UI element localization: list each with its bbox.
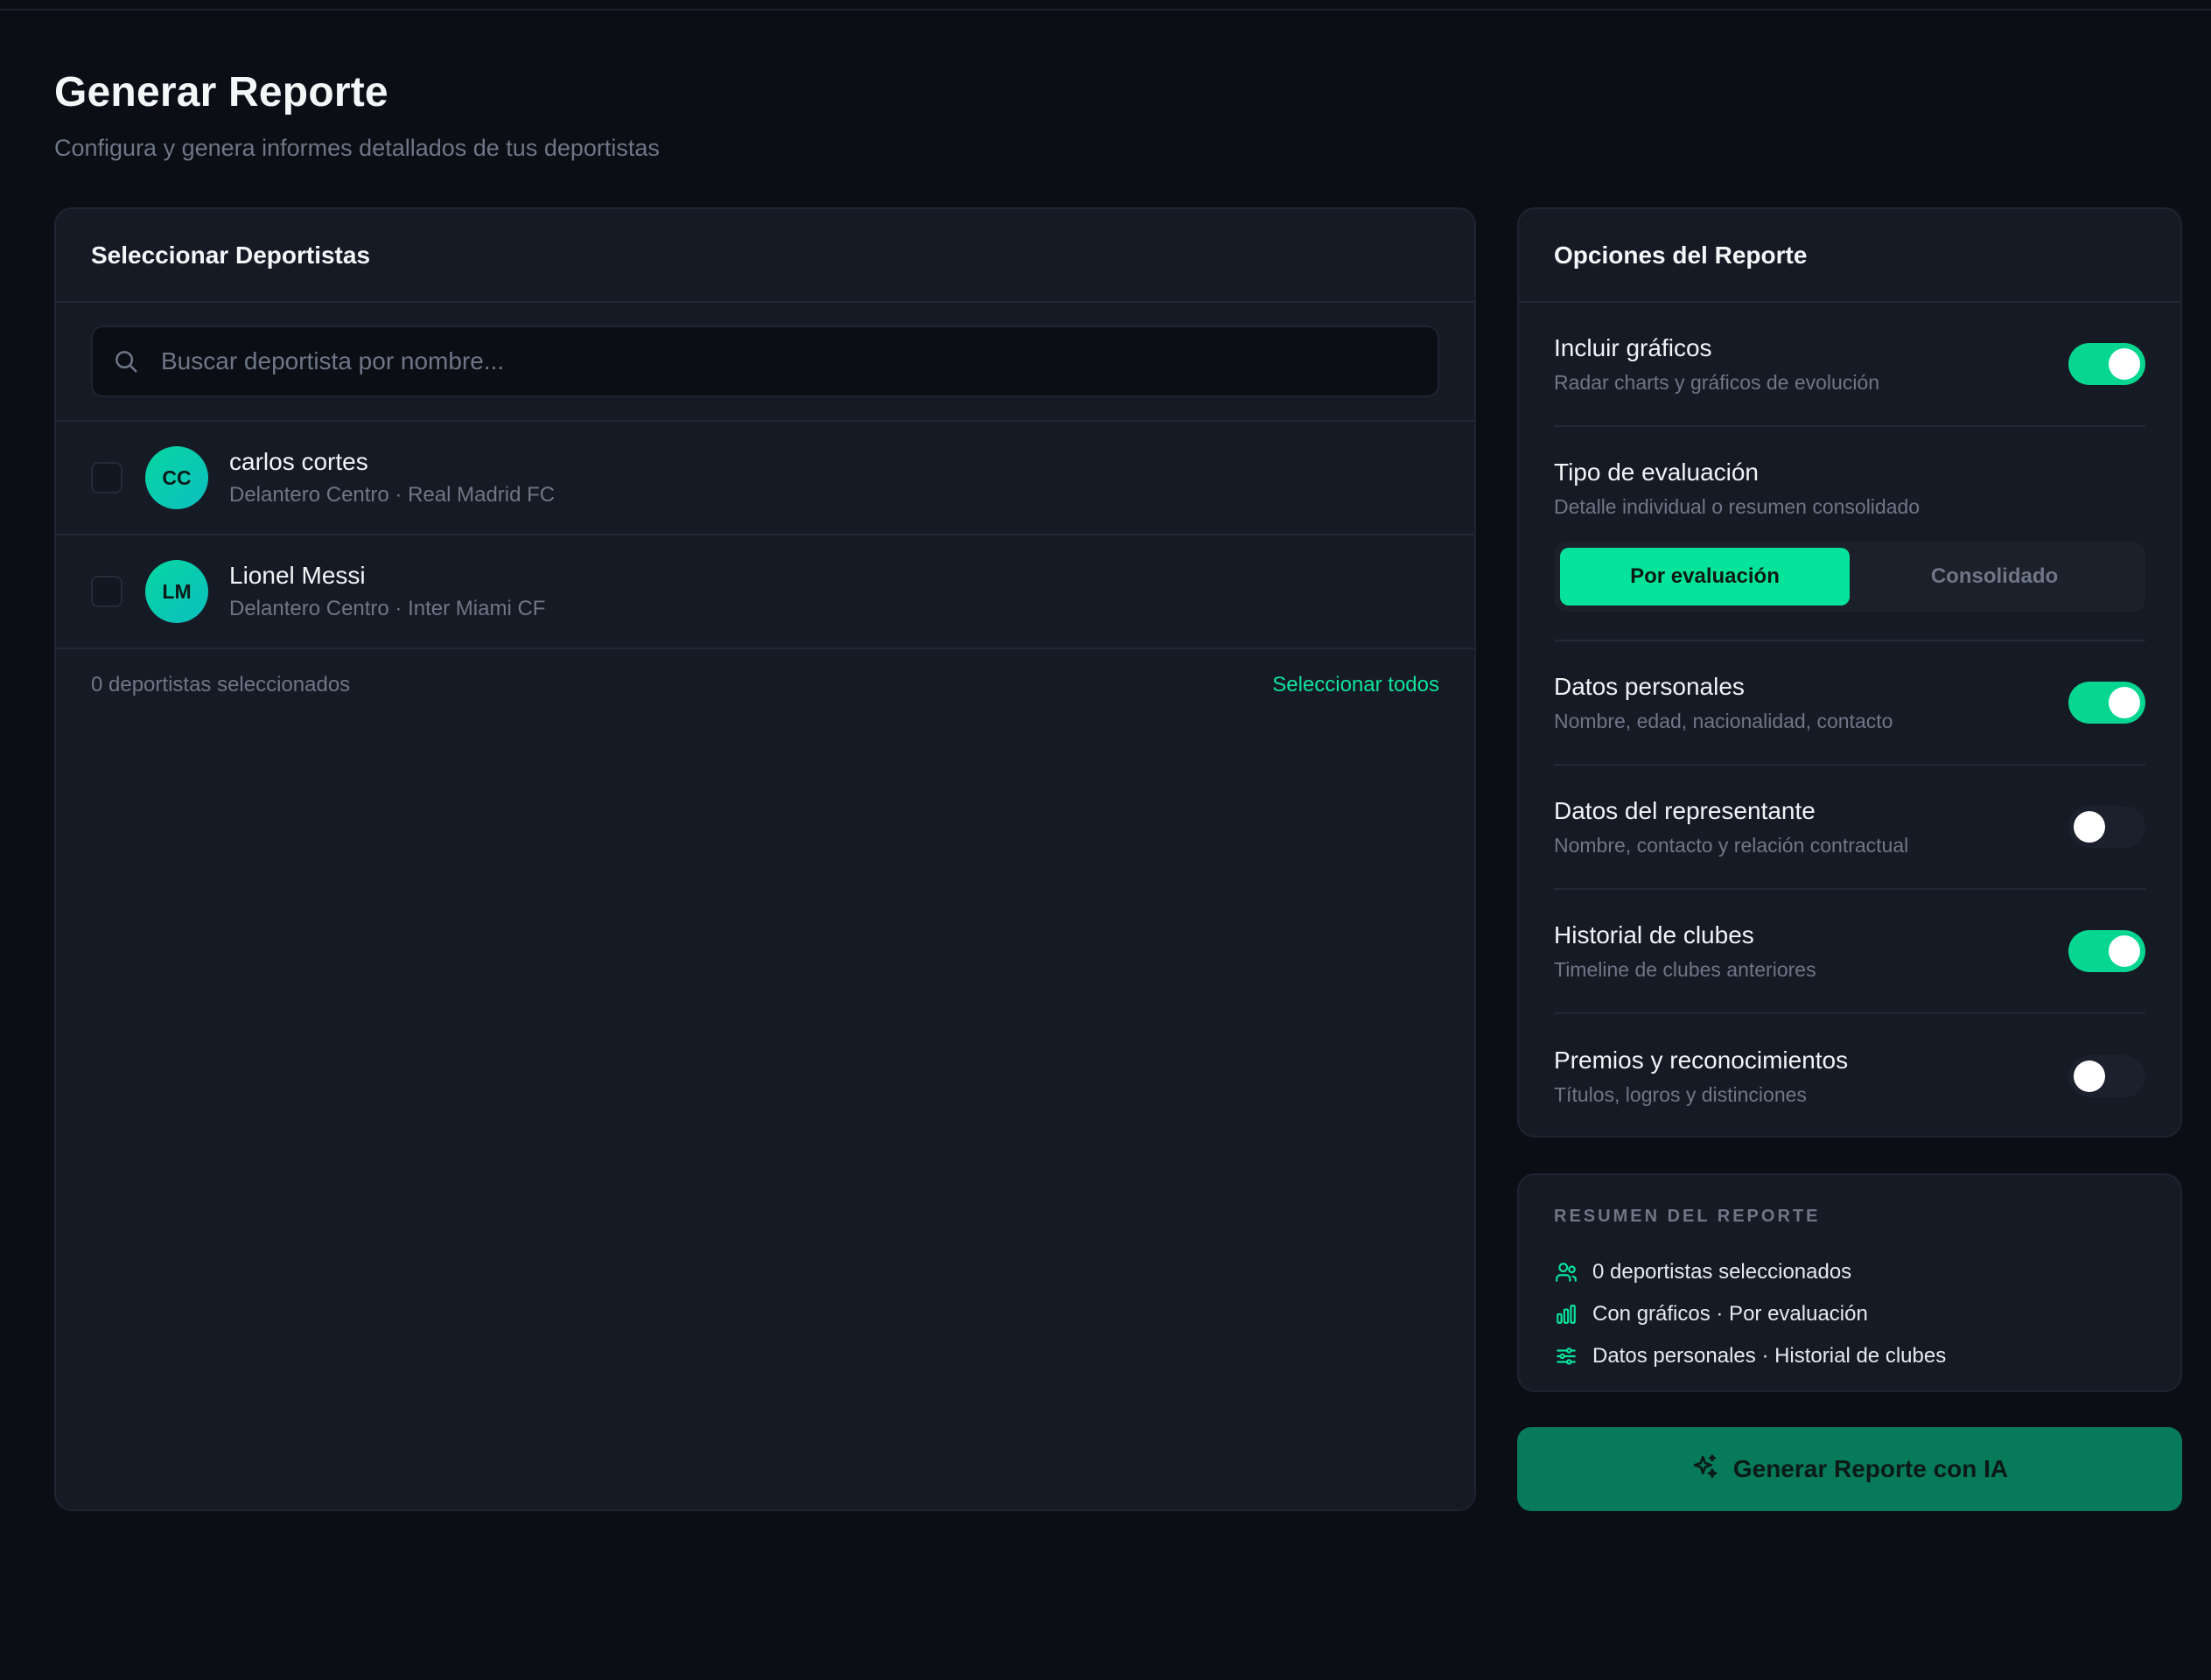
selected-count: 0 deportistas seleccionados [91, 673, 351, 696]
option-desc: Timeline de clubes anteriores [1554, 957, 1816, 981]
avatar: CC [145, 446, 208, 509]
toggle-knob [2109, 935, 2140, 967]
summary-text: Con gráficos · Por evaluación [1592, 1302, 1868, 1326]
toggle-club-history[interactable] [2068, 930, 2145, 972]
option-desc: Nombre, edad, nacionalidad, contacto [1554, 709, 1893, 732]
search-icon [112, 347, 140, 375]
option-title: Incluir gráficos [1554, 333, 1712, 361]
athlete-list-footer: 0 deportistas seleccionados Seleccionar … [56, 649, 1474, 721]
athlete-panel-title: Seleccionar Deportistas [91, 241, 371, 269]
athlete-checkbox[interactable] [91, 576, 122, 607]
summary-title: RESUMEN DEL REPORTE [1554, 1207, 1821, 1226]
athlete-selection-panel: Seleccionar Deportistas CC carlos cortes… [54, 207, 1476, 1511]
sparkles-icon [1691, 1453, 1719, 1486]
athlete-meta: Delantero Centro · Inter Miami CF [229, 597, 546, 620]
option-club-history: Historial de clubes Timeline de clubes a… [1554, 890, 2145, 1014]
toggle-knob [2074, 811, 2105, 843]
sliders-icon [1554, 1344, 1578, 1368]
toggle-knob [2109, 687, 2140, 718]
bar-chart-icon [1554, 1302, 1578, 1326]
athlete-panel-header: Seleccionar Deportistas [56, 209, 1474, 303]
option-desc: Radar charts y gráficos de evolución [1554, 370, 1880, 394]
summary-line-athletes: 0 deportistas seleccionados [1554, 1251, 2145, 1293]
search-section [56, 303, 1474, 422]
athlete-row[interactable]: CC carlos cortes Delantero Centro · Real… [56, 422, 1474, 536]
option-desc: Detalle individual o resumen consolidado [1554, 495, 1921, 518]
option-representative-data: Datos del representante Nombre, contacto… [1554, 766, 2145, 890]
toggle-awards[interactable] [2068, 1055, 2145, 1097]
page-title: Generar Reporte [54, 69, 388, 116]
athlete-name: carlos cortes [229, 448, 368, 475]
toggle-include-charts[interactable] [2068, 343, 2145, 385]
generate-report-button[interactable]: Generar Reporte con IA [1517, 1427, 2182, 1511]
athlete-checkbox[interactable] [91, 462, 122, 494]
search-input[interactable] [161, 347, 1418, 375]
options-panel-header: Opciones del Reporte [1519, 209, 2180, 303]
report-options-panel: Opciones del Reporte Incluir gráficos Ra… [1517, 207, 2182, 1138]
summary-text: Datos personales · Historial de clubes [1592, 1344, 1947, 1368]
toggle-representative-data[interactable] [2068, 806, 2145, 848]
segment-consolidado[interactable]: Consolidado [1850, 548, 2139, 606]
option-title: Datos del representante [1554, 796, 1816, 824]
option-title: Premios y reconocimientos [1554, 1046, 1849, 1074]
option-desc: Nombre, contacto y relación contractual [1554, 833, 1909, 857]
evaluation-type-segmented-control: Por evaluación Consolidado [1554, 542, 2145, 612]
athlete-meta: Delantero Centro · Real Madrid FC [229, 483, 556, 507]
top-bar [0, 0, 2211, 10]
avatar: LM [145, 560, 208, 623]
search-box[interactable] [91, 326, 1439, 397]
users-icon [1554, 1260, 1578, 1284]
option-include-charts: Incluir gráficos Radar charts y gráficos… [1554, 303, 2145, 427]
options-panel-title: Opciones del Reporte [1554, 241, 1808, 269]
athlete-row[interactable]: LM Lionel Messi Delantero Centro · Inter… [56, 536, 1474, 649]
athlete-name: Lionel Messi [229, 562, 366, 589]
summary-text: 0 deportistas seleccionados [1592, 1260, 1852, 1284]
toggle-knob [2109, 348, 2140, 380]
generate-button-label: Generar Reporte con IA [1732, 1455, 2009, 1482]
summary-line-charts: Con gráficos · Por evaluación [1554, 1293, 2145, 1335]
select-all-link[interactable]: Seleccionar todos [1272, 673, 1439, 697]
toggle-personal-data[interactable] [2068, 682, 2145, 724]
toggle-knob [2074, 1060, 2105, 1092]
option-desc: Títulos, logros y distinciones [1554, 1082, 1807, 1106]
summary-line-sections: Datos personales · Historial de clubes [1554, 1335, 2145, 1377]
option-title: Datos personales [1554, 672, 1745, 700]
option-awards: Premios y reconocimientos Títulos, logro… [1554, 1014, 2145, 1138]
option-personal-data: Datos personales Nombre, edad, nacionali… [1554, 641, 2145, 766]
segment-por-evaluacion[interactable]: Por evaluación [1560, 548, 1850, 606]
report-summary-card: RESUMEN DEL REPORTE 0 deportistas selecc… [1517, 1173, 2182, 1392]
option-title: Historial de clubes [1554, 920, 1754, 948]
option-evaluation-type: Tipo de evaluación Detalle individual o … [1554, 427, 2145, 641]
page-subtitle: Configura y genera informes detallados d… [54, 135, 660, 161]
option-title: Tipo de evaluación [1554, 458, 1760, 486]
